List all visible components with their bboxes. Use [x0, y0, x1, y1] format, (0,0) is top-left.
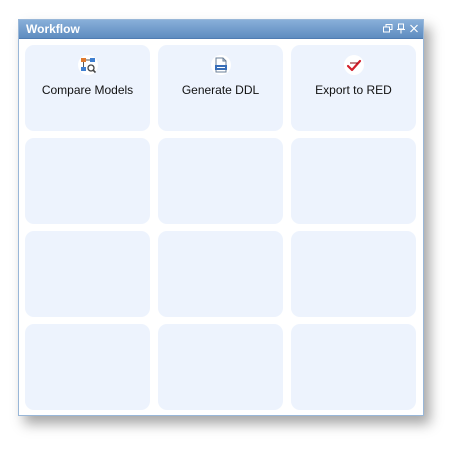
compare-models-tile[interactable]: Compare Models: [25, 45, 150, 131]
restore-icon[interactable]: [383, 23, 393, 34]
close-icon[interactable]: [409, 23, 419, 34]
empty-tile[interactable]: [158, 231, 283, 317]
empty-tile[interactable]: [291, 138, 416, 224]
generate-ddl-tile[interactable]: Generate DDL: [158, 45, 283, 131]
empty-tile[interactable]: [25, 324, 150, 410]
tile-label: Generate DDL: [181, 83, 260, 97]
pin-icon[interactable]: [396, 23, 406, 34]
empty-tile[interactable]: [25, 231, 150, 317]
export-to-red-icon: [343, 55, 364, 75]
empty-tile[interactable]: [291, 231, 416, 317]
empty-tile[interactable]: [158, 138, 283, 224]
compare-models-icon: [77, 55, 98, 75]
workflow-panel: Workflow Compare Models Generate DDL Exp…: [18, 19, 424, 416]
generate-ddl-icon: [210, 55, 231, 75]
export-to-red-tile[interactable]: Export to RED: [291, 45, 416, 131]
titlebar-controls: [383, 23, 419, 35]
tile-label: Export to RED: [315, 83, 392, 97]
tile-label: Compare Models: [41, 83, 134, 97]
panel-title: Workflow: [26, 22, 80, 36]
empty-tile[interactable]: [291, 324, 416, 410]
empty-tile[interactable]: [25, 138, 150, 224]
empty-tile[interactable]: [158, 324, 283, 410]
workflow-tile-grid: Compare Models Generate DDL Export to RE…: [25, 45, 417, 410]
panel-titlebar[interactable]: Workflow: [19, 20, 423, 39]
